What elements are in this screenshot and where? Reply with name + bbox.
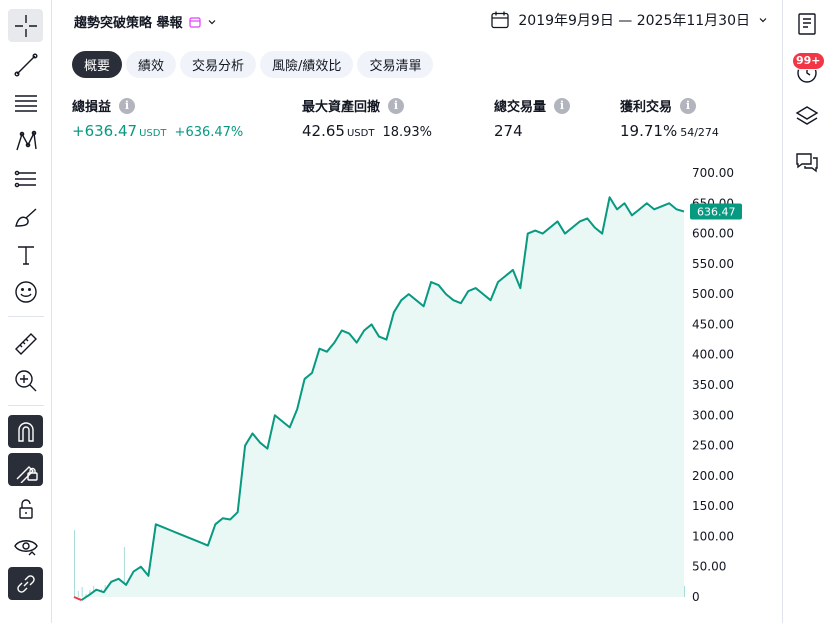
y-axis-tick-label: 300.00	[692, 408, 734, 422]
metric-label: 最大資產回撤	[302, 100, 381, 115]
metric-label: 總損益	[72, 100, 112, 115]
calendar-icon[interactable]	[188, 16, 201, 28]
metric-unit: USDT	[139, 128, 167, 139]
y-axis-tick-label: 250.00	[692, 439, 734, 453]
equity-line-negative	[73, 596, 82, 601]
toolbar-divider	[8, 316, 44, 317]
volume-bar	[684, 586, 685, 597]
info-icon[interactable]: i	[119, 97, 136, 114]
equity-chart[interactable]: 0 50.00 100.00 150.00 200.00 250.00 300.00 350.…	[56, 155, 780, 615]
report-header: 趨勢突破策略 舉報	[74, 12, 217, 31]
metric-label: 獲利交易	[620, 100, 673, 115]
unlock-icon[interactable]	[8, 492, 43, 525]
right-sidebar: 99+	[782, 0, 828, 623]
y-axis-tick-label: 200.00	[692, 469, 734, 483]
y-axis-tick-label: 550.00	[692, 257, 734, 271]
brush-icon[interactable]	[8, 200, 43, 233]
crosshair-icon[interactable]	[8, 9, 43, 42]
layers-icon[interactable]	[792, 101, 822, 131]
fib-retracement-icon[interactable]	[8, 86, 43, 119]
watchlist-icon[interactable]	[792, 9, 822, 39]
info-icon[interactable]: i	[680, 97, 697, 114]
y-axis-tick-label: 450.00	[692, 317, 734, 331]
tab-performance[interactable]: 績效	[126, 51, 177, 78]
metric-value: 42.65	[302, 122, 345, 140]
tab-risk-ratio[interactable]: 風險/績效比	[260, 51, 354, 78]
tab-trade-list[interactable]: 交易清單	[357, 51, 434, 78]
metric-net-profit: 總損益 i +636.47 USDT +636.47%	[72, 96, 243, 140]
drawing-toolbar	[0, 0, 52, 623]
pattern-icon[interactable]	[8, 124, 43, 157]
volume-bar	[81, 587, 83, 597]
lock-drawing-icon[interactable]	[8, 453, 43, 486]
metric-unit: USDT	[346, 128, 375, 139]
chat-icon[interactable]	[792, 147, 822, 177]
report-title: 趨勢突破策略 舉報	[74, 16, 183, 31]
equity-area	[74, 197, 684, 597]
y-axis-tick-label: 0	[692, 590, 700, 604]
notification-badge: 99+	[792, 52, 825, 70]
y-axis-tick-label: 50.00	[692, 560, 726, 574]
link-icon[interactable]	[8, 567, 43, 600]
toolbar-divider	[8, 405, 44, 406]
chevron-down-icon	[759, 18, 767, 23]
y-axis-tick-label: 600.00	[692, 227, 734, 241]
metric-value: 19.71%	[620, 122, 678, 140]
zoom-in-icon[interactable]	[8, 364, 43, 397]
equity-chart-svg: 0 50.00 100.00 150.00 200.00 250.00 300.00 350.…	[73, 166, 742, 604]
calendar-icon	[491, 11, 510, 29]
y-axis-tick-label: 100.00	[692, 529, 734, 543]
metric-label: 總交易量	[494, 100, 547, 115]
volume-bar	[77, 591, 79, 597]
emoji-icon[interactable]	[8, 275, 43, 308]
trend-line-icon[interactable]	[8, 48, 43, 81]
y-axis-tick-label: 700.00	[692, 166, 734, 180]
info-icon[interactable]: i	[554, 97, 571, 114]
eye-icon[interactable]	[8, 530, 43, 563]
date-range-selector[interactable]: 2019年9月9日 — 2025年11月30日	[490, 10, 768, 30]
metric-percent: +636.47%	[174, 125, 244, 140]
date-range-text: 2019年9月9日 — 2025年11月30日	[518, 13, 750, 29]
ruler-icon[interactable]	[8, 327, 43, 360]
metric-total-trades: 總交易量 i 274	[494, 96, 571, 140]
tab-overview[interactable]: 概要	[72, 51, 123, 78]
metric-percent: 18.93%	[382, 125, 433, 140]
volume-bar	[74, 530, 75, 597]
y-axis-tick-label: 400.00	[692, 348, 734, 362]
metric-value: 274	[494, 122, 523, 140]
last-value-label: 636.47	[697, 205, 736, 218]
y-axis-tick-label: 150.00	[692, 499, 734, 513]
forecast-tools-icon[interactable]	[8, 162, 43, 195]
magnet-icon[interactable]	[8, 415, 43, 448]
metric-winning-trades: 獲利交易 i 19.71% 54/274	[620, 96, 719, 140]
summary-metrics: 總損益 i +636.47 USDT +636.47% 最大資產回撤 i 42.65 US…	[72, 96, 772, 144]
metric-value: +636.47	[72, 122, 138, 140]
text-tool-icon[interactable]	[8, 238, 43, 271]
report-tabs: 概要 績效 交易分析 風險/績效比 交易清單	[72, 51, 434, 78]
tab-trade-analysis[interactable]: 交易分析	[180, 51, 257, 78]
info-icon[interactable]: i	[388, 97, 405, 114]
metric-max-drawdown: 最大資產回撤 i 42.65 USDT 18.93%	[302, 96, 432, 140]
y-axis-tick-label: 500.00	[692, 287, 734, 301]
strategy-report-panel: 趨勢突破策略 舉報 2019年9月9日 — 2025年11月30日 概要 績效 …	[56, 0, 780, 623]
metric-ratio: 54/274	[680, 126, 719, 139]
chevron-down-icon[interactable]	[207, 17, 217, 27]
y-axis-tick-label: 350.00	[692, 378, 734, 392]
